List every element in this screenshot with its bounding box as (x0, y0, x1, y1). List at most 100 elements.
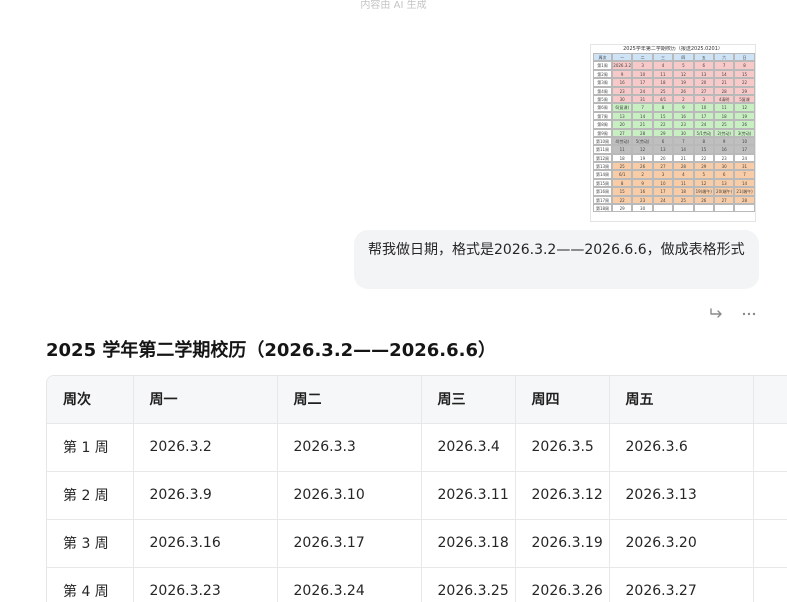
table-cell: 2026.3.13 (609, 471, 754, 520)
thumbnail-cell: 10 (652, 178, 674, 188)
header-week: 周次 (47, 376, 134, 424)
thumbnail-cell: 17 (652, 187, 674, 196)
thumbnail-cell: 11 (673, 178, 694, 188)
table-cell: 第 3 周 (47, 519, 134, 568)
thumbnail-cell: 5 (693, 170, 714, 179)
more-icon[interactable] (740, 305, 758, 323)
table-cell: 2026.3.11 (421, 471, 516, 520)
thumbnail-cell: 8 (612, 178, 633, 188)
thumbnail-cell: 22 (612, 195, 633, 205)
thumbnail-cell: 27 (713, 195, 735, 205)
ai-generated-note: 内容由 AI 生成 (360, 0, 427, 11)
thumbnail-cell: 15 (734, 69, 755, 79)
thumbnail-title: 2025学年第二学期校历（报送2025.0201） (623, 46, 723, 52)
share-icon[interactable] (708, 305, 726, 323)
thumbnail-cell: 18 (652, 78, 674, 87)
thumbnail-cell: 10 (734, 136, 755, 146)
thumbnail-cell: 12 (734, 103, 755, 112)
table-cell: 2026.3.24 (277, 567, 422, 602)
thumbnail-cell: 29 (693, 162, 714, 171)
thumbnail-cell (673, 204, 694, 213)
thumbnail-cell: 第8周 (593, 120, 612, 129)
attached-calendar-image[interactable]: 2025学年第二学期校历（报送2025.0201） 周次一二三四五六日第1周 20… (590, 44, 756, 222)
chat-page: 内容由 AI 生成 2025学年第二学期校历（报送2025.0201） 周次一二… (0, 0, 787, 602)
thumbnail-cell: 30 (612, 94, 633, 104)
thumbnail-cell: 9 (612, 69, 633, 79)
thumbnail-cell: 26 (734, 120, 755, 129)
thumbnail-cell: 5(劳动) (632, 136, 653, 146)
thumbnail-cell: 五 (693, 53, 714, 62)
thumbnail-cell (652, 204, 674, 213)
thumbnail-cell: 8 (693, 136, 714, 146)
thumbnail-cell: 11 (612, 145, 633, 154)
thumbnail-cell: 21 (673, 153, 694, 163)
thumbnail-cell: 5复课 (734, 94, 755, 104)
thumbnail-cell: 12 (693, 178, 714, 188)
table-cell (753, 471, 787, 520)
thumbnail-cell: 28 (632, 128, 653, 137)
thumbnail-cell: 8 (734, 61, 755, 70)
thumbnail-cell: 23 (673, 120, 694, 129)
thumbnail-cell: 3 (693, 94, 714, 104)
header-wednesday: 周三 (421, 376, 516, 424)
table-cell: 2026.3.12 (515, 471, 610, 520)
table-cell: 2026.3.5 (515, 423, 610, 472)
thumbnail-cell: 26 (673, 86, 694, 95)
thumbnail-cell: 12 (632, 145, 653, 154)
thumbnail-cell: 11 (652, 69, 674, 79)
thumbnail-cell: 四 (673, 53, 694, 62)
thumbnail-cell: 6 (713, 170, 735, 179)
thumbnail-cell: 第16周 (593, 187, 612, 196)
thumbnail-cell: 6 (652, 136, 674, 146)
thumbnail-cell: 第1周 (593, 61, 612, 70)
thumbnail-cell: 24 (632, 86, 653, 95)
table-cell: 2026.3.9 (133, 471, 278, 520)
thumbnail-cell: 14 (734, 178, 755, 188)
thumbnail-cell: 周次 (593, 53, 612, 62)
thumbnail-cell: 14 (632, 111, 653, 121)
table-cell: 2026.3.6 (609, 423, 754, 472)
thumbnail-cell: 25 (612, 162, 633, 171)
thumbnail-cell: 21 (632, 120, 653, 129)
thumbnail-cell: 16 (673, 111, 694, 121)
table-cell: 2026.3.20 (609, 519, 754, 568)
thumbnail-cell: 第13周 (593, 162, 612, 171)
table-cell (753, 519, 787, 568)
header-monday: 周一 (133, 376, 278, 424)
thumbnail-cell: 3 (632, 61, 653, 70)
thumbnail-cell: 第12周 (593, 153, 612, 163)
table-cell: 2026.3.19 (515, 519, 610, 568)
thumbnail-cell: 17 (632, 78, 653, 87)
calendar-table-container[interactable]: 周次 周一 周二 周三 周四 周五 第 1 周 2026.3.2 2026.3.… (46, 375, 787, 602)
thumbnail-cell: 15 (693, 145, 714, 154)
thumbnail-cell: 17 (693, 111, 714, 121)
table-cell (753, 423, 787, 472)
thumbnail-cell: 第3周 (593, 78, 612, 87)
thumbnail-cell: 2026.3.2 (612, 61, 633, 70)
thumbnail-cell: 25 (713, 120, 735, 129)
thumbnail-cell: 6(复课) (612, 103, 633, 112)
thumbnail-cell: 19 (734, 111, 755, 121)
thumbnail-cell: 29 (734, 86, 755, 95)
thumbnail-cell: 17 (734, 145, 755, 154)
header-extra (753, 376, 787, 424)
user-message-text: 帮我做日期，格式是2026.3.2——2026.6.6，做成表格形式 (368, 242, 745, 258)
thumbnail-cell: 24 (734, 153, 755, 163)
thumbnail-cell: 7 (632, 103, 653, 112)
thumbnail-cell (713, 204, 735, 213)
thumbnail-cell: 27 (693, 86, 714, 95)
table-cell: 2026.3.27 (609, 567, 754, 602)
thumbnail-cell: 18 (673, 187, 694, 196)
thumbnail-cell: 12 (673, 69, 694, 79)
table-cell: 第 2 周 (47, 471, 134, 520)
thumbnail-cell: 第5周 (593, 94, 612, 104)
table-cell: 2026.3.17 (277, 519, 422, 568)
thumbnail-cell: 18 (612, 153, 633, 163)
thumbnail-cell: 10 (693, 103, 714, 112)
thumbnail-cell: 7 (673, 136, 694, 146)
thumbnail-cell: 7 (713, 61, 735, 70)
thumbnail-cell: 30 (673, 128, 694, 137)
thumbnail-cell: 4清明 (713, 94, 735, 104)
thumbnail-cell: 21 (713, 78, 735, 87)
thumbnail-cell: 第11周 (593, 145, 612, 154)
